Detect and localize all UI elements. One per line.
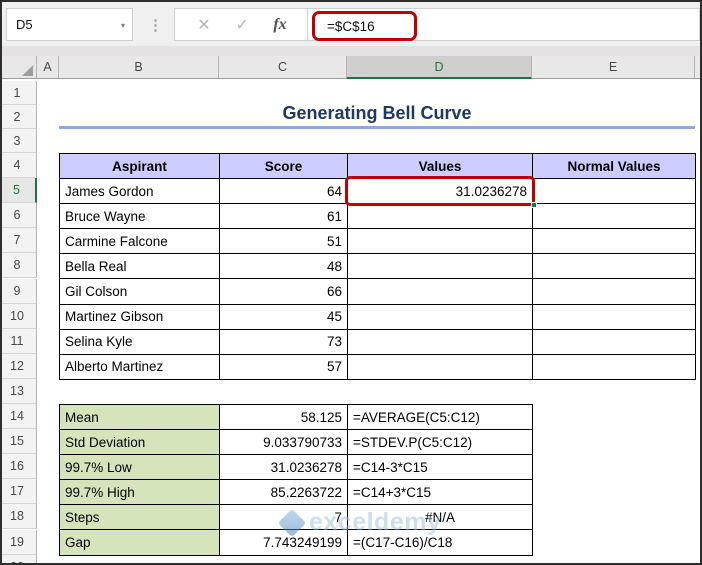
cell-d12[interactable]	[348, 354, 533, 380]
row-header-12[interactable]: 12	[2, 353, 37, 379]
cell-b15-stdev-label[interactable]: Std Deviation	[60, 430, 220, 456]
header-normal-values[interactable]: Normal Values	[533, 154, 696, 180]
cell-c6[interactable]: 61	[220, 204, 348, 230]
column-header-b[interactable]: B	[59, 56, 219, 78]
cell-b17-high-label[interactable]: 99.7% High	[60, 480, 220, 506]
cell-b11[interactable]: Selina Kyle	[60, 329, 220, 355]
cell-e12[interactable]	[533, 354, 696, 380]
cell-d7[interactable]	[348, 229, 533, 255]
cell-d18-na-error[interactable]: #N/A	[348, 505, 533, 531]
cell-c8[interactable]: 48	[220, 254, 348, 280]
cell-d10[interactable]	[348, 304, 533, 330]
cell-d11[interactable]	[348, 329, 533, 355]
fill-handle[interactable]	[531, 202, 537, 208]
column-header-strip: A B C D E	[2, 56, 700, 79]
row-header-18[interactable]: 18	[2, 504, 37, 530]
cell-b7[interactable]: Carmine Falcone	[60, 229, 220, 255]
cell-c11[interactable]: 73	[220, 329, 348, 355]
row-header-19[interactable]: 19	[2, 529, 37, 555]
cell-b10[interactable]: Martinez Gibson	[60, 304, 220, 330]
cell-e7[interactable]	[533, 229, 696, 255]
cell-d6[interactable]	[348, 204, 533, 230]
row-header-3[interactable]: 3	[2, 129, 37, 153]
row-header-15[interactable]: 15	[2, 429, 37, 455]
page-title: Generating Bell Curve	[59, 101, 695, 129]
insert-function-icon[interactable]: fx	[273, 16, 286, 34]
formula-bar-strip: D5 ▾ ⋮ ✕ ✓ fx =$C$16	[2, 2, 700, 46]
divider-band	[2, 46, 700, 56]
name-box-value: D5	[16, 17, 33, 32]
cell-e6[interactable]	[533, 204, 696, 230]
cell-c16-low-value[interactable]: 31.0236278	[220, 455, 348, 481]
cell-c9[interactable]: 66	[220, 279, 348, 305]
column-header-e[interactable]: E	[532, 56, 695, 78]
separator-dots-icon: ⋮	[148, 16, 163, 34]
row-header-10[interactable]: 10	[2, 303, 37, 329]
row-header-9[interactable]: 9	[2, 278, 37, 304]
cell-c12[interactable]: 57	[220, 354, 348, 380]
formula-value: =$C$16	[327, 18, 375, 34]
chevron-down-icon[interactable]: ▾	[121, 21, 125, 30]
cell-d16-low-formula[interactable]: =C14-3*C15	[348, 455, 533, 481]
formula-buttons: ✕ ✓ fx	[174, 8, 310, 41]
row-header-16[interactable]: 16	[2, 454, 37, 480]
header-score[interactable]: Score	[220, 154, 348, 180]
cell-e11[interactable]	[533, 329, 696, 355]
cell-b9[interactable]: Gil Colson	[60, 279, 220, 305]
header-values[interactable]: Values	[348, 154, 533, 180]
aspirant-table: Aspirant Score Values Normal Values Jame…	[59, 153, 696, 380]
cell-d5-selected[interactable]: 31.0236278	[348, 179, 533, 205]
row-header-20[interactable]: 20	[2, 554, 37, 563]
header-aspirant[interactable]: Aspirant	[60, 154, 220, 180]
stats-table: Mean 58.125 =AVERAGE(C5:C12) Std Deviati…	[59, 404, 533, 556]
cell-c7[interactable]: 51	[220, 229, 348, 255]
cell-c15-stdev-value[interactable]: 9.033790733	[220, 430, 348, 456]
select-all-corner[interactable]	[2, 56, 37, 78]
formula-highlight-annotation: =$C$16	[312, 11, 417, 41]
cell-c18-steps-value[interactable]: 7	[220, 505, 348, 531]
cell-b19-gap-label[interactable]: Gap	[60, 530, 220, 556]
column-header-c[interactable]: C	[219, 56, 347, 78]
row-header-6[interactable]: 6	[2, 203, 37, 229]
column-header-a[interactable]: A	[37, 56, 59, 78]
cell-b5[interactable]: James Gordon	[60, 179, 220, 205]
name-box[interactable]: D5 ▾	[6, 8, 133, 41]
cell-c10[interactable]: 45	[220, 304, 348, 330]
cell-e8[interactable]	[533, 254, 696, 280]
row-header-14[interactable]: 14	[2, 404, 37, 430]
cell-e9[interactable]	[533, 279, 696, 305]
row-header-5[interactable]: 5	[2, 178, 37, 204]
cell-d14-mean-formula[interactable]: =AVERAGE(C5:C12)	[348, 405, 533, 431]
cancel-icon[interactable]: ✕	[197, 15, 210, 35]
cell-c5[interactable]: 64	[220, 179, 348, 205]
row-header-1[interactable]: 1	[2, 81, 37, 105]
row-header-4[interactable]: 4	[2, 153, 37, 179]
row-header-13[interactable]: 13	[2, 378, 37, 404]
cell-d15-stdev-formula[interactable]: =STDEV.P(C5:C12)	[348, 430, 533, 456]
cell-d19-gap-formula[interactable]: =(C17-C16)/C18	[348, 530, 533, 556]
row-header-11[interactable]: 11	[2, 328, 37, 354]
cell-c14-mean-value[interactable]: 58.125	[220, 405, 348, 431]
cell-b12[interactable]: Alberto Martinez	[60, 354, 220, 380]
row-header-7[interactable]: 7	[2, 228, 37, 254]
cell-c17-high-value[interactable]: 85.2263722	[220, 480, 348, 506]
cell-b16-low-label[interactable]: 99.7% Low	[60, 455, 220, 481]
column-header-d[interactable]: D	[347, 56, 532, 79]
enter-icon[interactable]: ✓	[235, 15, 248, 35]
cell-d9[interactable]	[348, 279, 533, 305]
row-header-17[interactable]: 17	[2, 479, 37, 505]
select-all-icon	[22, 65, 33, 76]
cell-e10[interactable]	[533, 304, 696, 330]
row-header-8[interactable]: 8	[2, 253, 37, 279]
cell-d8[interactable]	[348, 254, 533, 280]
cell-d17-high-formula[interactable]: =C14+3*C15	[348, 480, 533, 506]
row-header-2[interactable]: 2	[2, 105, 37, 129]
cell-b18-steps-label[interactable]: Steps	[60, 505, 220, 531]
cell-b14-mean-label[interactable]: Mean	[60, 405, 220, 431]
cell-e5[interactable]	[533, 179, 696, 205]
excel-window: D5 ▾ ⋮ ✕ ✓ fx =$C$16 A B C D E 1 2 3 4 5…	[0, 0, 702, 565]
cell-b6[interactable]: Bruce Wayne	[60, 204, 220, 230]
cell-c19-gap-value[interactable]: 7.743249199	[220, 530, 348, 556]
cell-b8[interactable]: Bella Real	[60, 254, 220, 280]
